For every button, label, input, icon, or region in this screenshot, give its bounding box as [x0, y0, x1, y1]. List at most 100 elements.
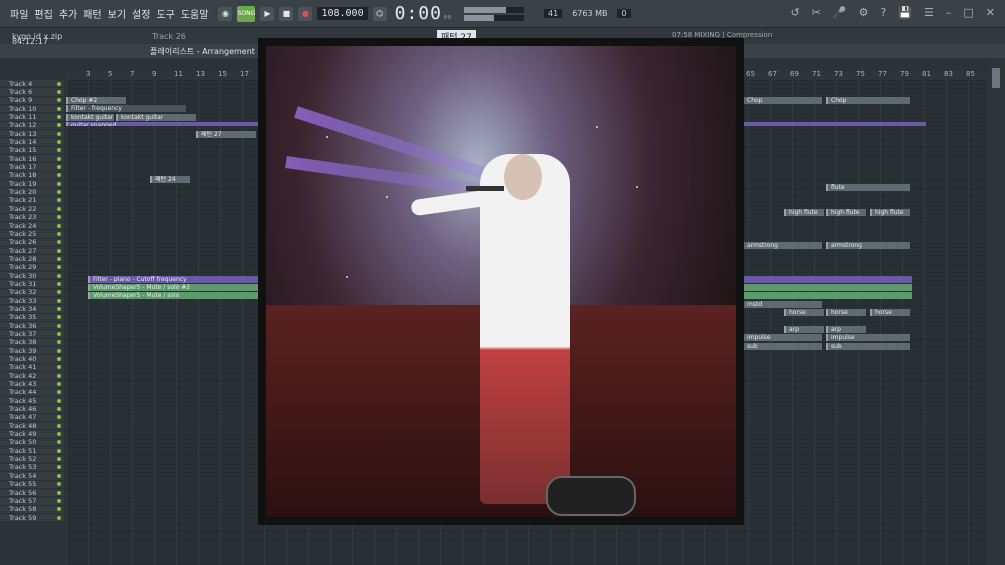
track-mute-dot[interactable] [57, 290, 61, 295]
tempo-display[interactable]: 108.000 [317, 7, 368, 20]
track-mute-dot[interactable] [57, 373, 61, 378]
track-mute-dot[interactable] [57, 248, 61, 253]
track-mute-dot[interactable] [57, 357, 61, 362]
mode-icon[interactable]: ⌬ [372, 6, 387, 21]
undo-icon[interactable]: ↺ [790, 6, 799, 19]
clip-chop[interactable]: Chop #2 [66, 97, 126, 104]
clip-arp[interactable]: arp [784, 326, 824, 333]
clip-high-flute-2[interactable]: high flute [826, 209, 866, 216]
chat-icon[interactable]: ☰ [924, 6, 934, 19]
clip-horse-2[interactable]: horse [826, 309, 866, 316]
clip-flute[interactable]: flute [826, 184, 910, 191]
track-mute-dot[interactable] [57, 265, 61, 270]
track-mute-dot[interactable] [57, 231, 61, 236]
track-mute-dot[interactable] [57, 398, 61, 403]
track-mute-dot[interactable] [57, 306, 61, 311]
plugin-icon[interactable]: ⚙ [859, 6, 869, 19]
record-icon[interactable]: ● [298, 6, 313, 21]
menu-tools[interactable]: 도구 [156, 6, 174, 21]
menu-settings[interactable]: 설정 [132, 6, 150, 21]
track-mute-dot[interactable] [57, 240, 61, 245]
track-mute-dot[interactable] [57, 390, 61, 395]
track-mute-dot[interactable] [57, 432, 61, 437]
close-icon[interactable]: ✕ [986, 6, 995, 19]
play-icon[interactable]: ▶ [260, 6, 275, 21]
clip-sub[interactable]: sub [742, 343, 822, 350]
clip-horse-3[interactable]: horse [870, 309, 910, 316]
track-mute-dot[interactable] [57, 365, 61, 370]
track-mute-dot[interactable] [57, 190, 61, 195]
track-mute-dot[interactable] [57, 323, 61, 328]
clip-kontakt-2[interactable]: kontakt guitar [116, 114, 196, 121]
menu-file[interactable]: 파일 [10, 6, 28, 21]
clip-chop-right-2[interactable]: Chop [826, 97, 910, 104]
vertical-scrollbar[interactable] [987, 58, 1005, 565]
track-mute-dot[interactable] [57, 215, 61, 220]
track-mute-dot[interactable] [57, 223, 61, 228]
clip-filter[interactable]: Filter - frequency [66, 105, 186, 112]
clip-armstrong-2[interactable]: armstrong [826, 242, 910, 249]
track-mute-dot[interactable] [57, 165, 61, 170]
track-mute-dot[interactable] [57, 423, 61, 428]
track-mute-dot[interactable] [57, 440, 61, 445]
menu-edit[interactable]: 편집 [34, 6, 52, 21]
maximize-icon[interactable]: □ [963, 6, 973, 19]
help-icon[interactable]: ? [880, 6, 886, 19]
track-label[interactable]: Track 59 [0, 514, 64, 523]
clip-armstrong[interactable]: armstrong [742, 242, 822, 249]
clip-impulse-2[interactable]: impulse [826, 334, 910, 341]
track-mute-dot[interactable] [57, 457, 61, 462]
stop-icon[interactable]: ■ [279, 6, 294, 21]
track-mute-dot[interactable] [57, 140, 61, 145]
track-mute-dot[interactable] [57, 156, 61, 161]
track-mute-dot[interactable] [57, 98, 61, 103]
menu-help[interactable]: 도움말 [181, 6, 209, 21]
clip-kontakt-1[interactable]: kontakt guitar [66, 114, 114, 121]
track-mute-dot[interactable] [57, 465, 61, 470]
track-mute-dot[interactable] [57, 273, 61, 278]
track-mute-dot[interactable] [57, 256, 61, 261]
menu-pattern[interactable]: 패턴 [83, 6, 101, 21]
clip-pattern24[interactable]: 패턴 24 [150, 176, 190, 183]
track-mute-dot[interactable] [57, 315, 61, 320]
track-mute-dot[interactable] [57, 515, 61, 520]
clip-high-flute[interactable]: high flute [784, 209, 824, 216]
track-mute-dot[interactable] [57, 148, 61, 153]
menu-add[interactable]: 추가 [59, 6, 77, 21]
track-mute-dot[interactable] [57, 81, 61, 86]
clip-pattern27[interactable]: 패턴 27 [196, 131, 256, 138]
track-mute-dot[interactable] [57, 415, 61, 420]
track-mute-dot[interactable] [57, 473, 61, 478]
minimize-icon[interactable]: – [946, 6, 952, 19]
clip-mstd[interactable]: mstd [742, 301, 822, 308]
track-mute-dot[interactable] [57, 407, 61, 412]
track-mute-dot[interactable] [57, 123, 61, 128]
track-mute-dot[interactable] [57, 90, 61, 95]
track-mute-dot[interactable] [57, 173, 61, 178]
track-mute-dot[interactable] [57, 115, 61, 120]
track-mute-dot[interactable] [57, 340, 61, 345]
clip-horse[interactable]: horse [784, 309, 824, 316]
track-mute-dot[interactable] [57, 490, 61, 495]
track-mute-dot[interactable] [57, 198, 61, 203]
menu-view[interactable]: 보기 [108, 6, 126, 21]
clip-high-flute-3[interactable]: high flute [870, 209, 910, 216]
track-mute-dot[interactable] [57, 206, 61, 211]
clip-sub-2[interactable]: sub [826, 343, 910, 350]
track-mute-dot[interactable] [57, 281, 61, 286]
track-mute-dot[interactable] [57, 482, 61, 487]
track-mute-dot[interactable] [57, 106, 61, 111]
track-mute-dot[interactable] [57, 448, 61, 453]
track-mute-dot[interactable] [57, 382, 61, 387]
track-mute-dot[interactable] [57, 331, 61, 336]
clip-chop-right[interactable]: Chop [742, 97, 822, 104]
track-mute-dot[interactable] [57, 348, 61, 353]
save-icon[interactable]: 💾 [898, 6, 912, 19]
cut-icon[interactable]: ✂ [812, 6, 821, 19]
mic-icon[interactable]: 🎤 [833, 6, 847, 19]
clip-impulse[interactable]: impulse [742, 334, 822, 341]
track-mute-dot[interactable] [57, 131, 61, 136]
song-mode-button[interactable]: SONG [237, 5, 256, 22]
metronome-icon[interactable]: ◉ [218, 6, 233, 21]
track-mute-dot[interactable] [57, 507, 61, 512]
